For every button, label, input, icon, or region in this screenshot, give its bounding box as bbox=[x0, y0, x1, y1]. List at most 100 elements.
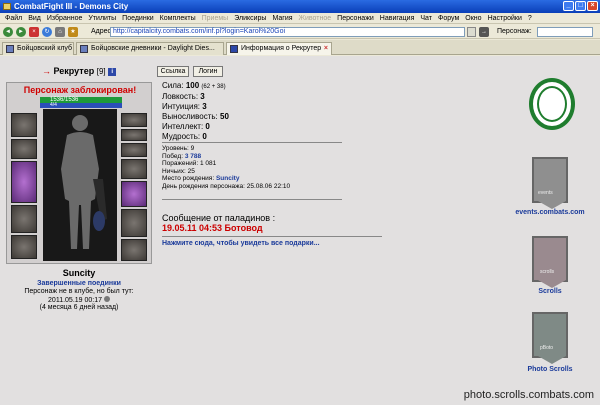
home-icon[interactable]: ⌂ bbox=[55, 27, 65, 37]
stat-row: Интуиция: 3 bbox=[162, 102, 229, 112]
detail-row: Побед: 3 788 bbox=[162, 153, 290, 161]
menu-item[interactable]: Приемы bbox=[202, 13, 229, 23]
scrolls-banner-icon[interactable]: scrolls bbox=[532, 236, 568, 288]
person-input[interactable] bbox=[537, 27, 593, 37]
finished-battles-label: Завершенные поединки bbox=[37, 280, 121, 287]
divider bbox=[162, 142, 342, 143]
photo-banner-text: pBoto bbox=[540, 345, 554, 351]
stat-label: Интуиция: bbox=[162, 102, 200, 111]
location-icon bbox=[103, 296, 110, 302]
login-button[interactable]: Логин bbox=[193, 66, 223, 77]
menu-bar: Файл Вид Избранное Утилиты Поединки Комплекты… bbox=[0, 13, 600, 24]
photo-scrolls-banner-icon[interactable]: pBoto bbox=[532, 312, 568, 364]
menu-item[interactable]: Магия bbox=[272, 13, 292, 23]
stat-label: Интеллект: bbox=[162, 122, 204, 131]
toolbar: ◄ ► × ↻ ⌂ ★ Адрес: http://capitalcity.co… bbox=[0, 25, 600, 39]
tab-diaries[interactable]: Бойцовские дневники - Daylight Dies... bbox=[76, 42, 224, 55]
minimize-button[interactable]: _ bbox=[563, 1, 574, 11]
detail-label: День рождения персонажа: bbox=[162, 182, 245, 190]
detail-value: Suncity bbox=[215, 175, 240, 182]
detail-row: Поражений: 1 081 bbox=[162, 160, 290, 168]
address-input[interactable]: http://capitalcity.combats.com/inf.pl?lo… bbox=[110, 27, 465, 37]
info-tab-icon bbox=[230, 45, 238, 53]
divider bbox=[162, 199, 342, 200]
menu-item[interactable]: Файл bbox=[5, 13, 22, 23]
armor-slot[interactable] bbox=[11, 205, 37, 233]
offhand-slot[interactable] bbox=[121, 181, 147, 207]
scrolls-banner-text: scrolls bbox=[540, 269, 555, 275]
favorites-icon[interactable]: ★ bbox=[68, 27, 78, 37]
menu-item[interactable]: Комплекты bbox=[160, 13, 196, 23]
info-icon[interactable]: i bbox=[108, 67, 117, 76]
finished-battles-link[interactable]: Завершенные поединки bbox=[0, 280, 158, 288]
detail-row: День рождения персонажа: 25.08.06 22:10 bbox=[162, 183, 290, 191]
menu-item[interactable]: ? bbox=[528, 13, 532, 23]
detail-label: Место рождения: bbox=[162, 175, 215, 182]
menu-item[interactable]: Чат bbox=[420, 13, 432, 23]
leggings-slot[interactable] bbox=[121, 209, 147, 237]
amulet-slot[interactable] bbox=[121, 129, 147, 141]
detail-label: Поражений: bbox=[162, 160, 199, 167]
tab-character-info[interactable]: Информация о Рекрутер × bbox=[226, 42, 332, 55]
stat-label: Выносливость: bbox=[162, 112, 218, 121]
gloves-slot[interactable] bbox=[121, 159, 147, 179]
scrolls-link[interactable]: Scrolls bbox=[512, 288, 588, 295]
menu-item[interactable]: Персонажи bbox=[337, 13, 374, 23]
refresh-icon[interactable]: ↻ bbox=[42, 27, 52, 37]
paladin-message: 19.05.11 04:53 Ботовод bbox=[162, 223, 263, 233]
address-dropdown-icon[interactable] bbox=[467, 27, 476, 37]
mana-bar: 4/4 bbox=[40, 103, 122, 108]
tab-icon bbox=[6, 45, 14, 53]
tab-label: Информация о Рекрутер bbox=[241, 45, 322, 52]
arrow-icon: → bbox=[42, 66, 51, 76]
stat-value: 0 bbox=[202, 132, 207, 141]
menu-item[interactable]: Вид bbox=[28, 13, 41, 23]
person-label: Персонаж: bbox=[497, 28, 532, 35]
forward-icon[interactable]: ► bbox=[16, 27, 26, 37]
watermark: photo.scrolls.combats.com bbox=[463, 389, 594, 401]
rings-slot[interactable] bbox=[121, 143, 147, 157]
maximize-button[interactable]: □ bbox=[575, 1, 586, 11]
close-button[interactable]: × bbox=[587, 1, 598, 11]
character-name: Рекрутер bbox=[53, 66, 95, 76]
tab-fight-club[interactable]: Бойцовский клуб bbox=[2, 42, 74, 55]
tab-bar: Бойцовский клуб Бойцовские дневники - Da… bbox=[0, 40, 600, 55]
character-city: Suncity bbox=[62, 268, 96, 278]
boots-slot[interactable] bbox=[121, 239, 147, 261]
character-heading: → Рекрутер [9] i bbox=[42, 66, 117, 76]
link-button[interactable]: Ссылка bbox=[157, 66, 189, 77]
stat-label: Ловкость: bbox=[162, 92, 199, 101]
blocked-notice: Персонаж заблокирован! bbox=[23, 85, 137, 95]
weapon-slot[interactable] bbox=[11, 161, 37, 203]
menu-item[interactable]: Окно bbox=[465, 13, 481, 23]
back-icon[interactable]: ◄ bbox=[3, 27, 13, 37]
menu-item[interactable]: Утилиты bbox=[88, 13, 116, 23]
menu-item[interactable]: Эликсиры bbox=[234, 13, 266, 23]
menu-item[interactable]: Настройки bbox=[488, 13, 522, 23]
menu-item[interactable]: Поединки bbox=[122, 13, 154, 23]
gifts-link[interactable]: Нажмите сюда, чтобы увидеть все подарки.… bbox=[162, 240, 320, 247]
helmet-slot[interactable] bbox=[11, 113, 37, 137]
detail-value: 3 788 bbox=[184, 152, 202, 160]
photo-scrolls-link[interactable]: Photo Scrolls bbox=[512, 366, 588, 373]
stat-extra: (62 + 38) bbox=[201, 84, 226, 90]
detail-row: Ничьих: 25 bbox=[162, 168, 290, 176]
bracers-slot[interactable] bbox=[11, 139, 37, 159]
events-link[interactable]: events.combats.com bbox=[512, 209, 588, 216]
paladin-message-title: Сообщение от паладинов : bbox=[162, 213, 276, 223]
menu-item[interactable]: Животное bbox=[299, 13, 332, 23]
menu-item[interactable]: Навигация bbox=[380, 13, 415, 23]
menu-item[interactable]: Форум bbox=[438, 13, 459, 23]
stat-value: 3 bbox=[200, 92, 205, 101]
menu-item[interactable]: Избранное bbox=[47, 13, 82, 23]
stop-icon[interactable]: × bbox=[29, 27, 39, 37]
stat-label: Сила: bbox=[162, 81, 184, 90]
events-banner-icon[interactable]: events bbox=[532, 157, 568, 209]
green-seal-icon[interactable] bbox=[529, 78, 575, 130]
belt-slot[interactable] bbox=[11, 235, 37, 259]
detail-label: Ничьих: bbox=[162, 167, 186, 175]
stat-value: 50 bbox=[220, 112, 229, 121]
tab-close-icon[interactable]: × bbox=[324, 43, 328, 54]
earrings-slot[interactable] bbox=[121, 113, 147, 127]
go-icon[interactable]: → bbox=[479, 27, 489, 37]
